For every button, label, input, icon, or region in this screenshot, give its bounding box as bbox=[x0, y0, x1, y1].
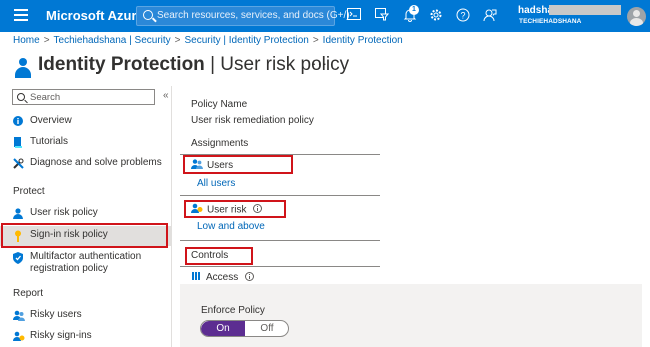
user-icon bbox=[13, 208, 23, 219]
highlight-controls bbox=[185, 247, 253, 265]
sidebar-item-label: Risky users bbox=[30, 309, 82, 320]
page-title-service: Identity Protection bbox=[38, 54, 205, 75]
breadcrumb: Home > Techiehadshana | Security > Security … bbox=[13, 35, 403, 46]
user-risk-value-link[interactable]: Low and above bbox=[197, 221, 265, 232]
brand-title[interactable]: Microsoft Azure bbox=[46, 8, 144, 23]
policy-name-value: User risk remediation policy bbox=[191, 115, 314, 126]
enforce-policy-label: Enforce Policy bbox=[201, 305, 265, 316]
sidebar-search-input[interactable]: Search bbox=[12, 89, 155, 105]
search-icon bbox=[143, 10, 153, 20]
users-icon bbox=[13, 310, 25, 321]
access-icon bbox=[191, 271, 201, 284]
shield-icon bbox=[13, 252, 23, 264]
sidebar-section-protect: Protect bbox=[13, 186, 45, 197]
sidebar-item-diagnose[interactable]: Diagnose and solve problems bbox=[0, 154, 171, 174]
menu-icon[interactable] bbox=[14, 9, 28, 21]
more-options-button[interactable]: ··· bbox=[312, 56, 328, 71]
signins-icon bbox=[13, 331, 25, 341]
breadcrumb-home[interactable]: Home bbox=[13, 35, 40, 46]
sidebar: Search « Overview Tutorials Diagnose and… bbox=[0, 86, 172, 347]
user-icon bbox=[14, 58, 32, 80]
breadcrumb-identity-protection[interactable]: Identity Protection bbox=[323, 35, 403, 46]
breadcrumb-separator: > bbox=[43, 35, 50, 46]
sidebar-item-user-risk-policy[interactable]: User risk policy bbox=[0, 204, 171, 224]
access-label: Access bbox=[206, 272, 239, 284]
divider bbox=[180, 195, 380, 196]
help-icon[interactable]: ? bbox=[455, 8, 471, 24]
sidebar-item-label: User risk policy bbox=[30, 207, 98, 218]
notification-count-badge: 1 bbox=[409, 5, 419, 15]
sidebar-item-label: Overview bbox=[30, 115, 72, 126]
top-bar: Microsoft Azure Search resources, servic… bbox=[0, 0, 650, 32]
sidebar-item-tutorials[interactable]: Tutorials bbox=[0, 133, 171, 153]
collapse-sidebar-button[interactable]: « bbox=[163, 90, 169, 101]
sidebar-item-label: Risky sign-ins bbox=[30, 330, 92, 341]
highlight-user-risk bbox=[184, 200, 286, 218]
sidebar-item-label: Diagnose and solve problems bbox=[30, 157, 162, 168]
assignments-heading: Assignments bbox=[191, 138, 249, 149]
global-search-input[interactable]: Search resources, services, and docs (G+… bbox=[136, 6, 350, 26]
directory-filter-icon[interactable] bbox=[374, 8, 390, 24]
breadcrumb-separator: > bbox=[174, 35, 181, 46]
sidebar-item-label: Tutorials bbox=[30, 136, 68, 147]
sidebar-item-risky-users[interactable]: Risky users bbox=[0, 306, 171, 326]
settings-icon[interactable] bbox=[428, 8, 444, 24]
divider bbox=[180, 240, 380, 241]
wrench-icon bbox=[13, 158, 24, 169]
sidebar-item-risky-sign-ins[interactable]: Risky sign-ins bbox=[0, 327, 171, 347]
sidebar-item-overview[interactable]: Overview bbox=[0, 112, 171, 132]
sidebar-item-label-line2: registration policy bbox=[30, 263, 108, 274]
sidebar-section-report: Report bbox=[13, 288, 44, 299]
info-icon bbox=[13, 116, 23, 126]
breadcrumb-security-tenant[interactable]: Techiehadshana | Security bbox=[54, 35, 171, 46]
sidebar-search-placeholder: Search bbox=[30, 92, 61, 103]
tenant-name: TECHIEHADSHANA bbox=[519, 18, 582, 25]
cloud-shell-icon[interactable] bbox=[346, 8, 362, 24]
policy-name-label: Policy Name bbox=[191, 99, 248, 110]
toggle-off-option[interactable]: Off bbox=[245, 321, 288, 336]
book-icon bbox=[13, 137, 23, 148]
account-name-redaction bbox=[549, 5, 621, 15]
global-search-placeholder: Search resources, services, and docs (G+… bbox=[157, 10, 350, 21]
access-control[interactable]: Access bbox=[191, 271, 255, 284]
avatar[interactable] bbox=[627, 7, 646, 26]
svg-text:?: ? bbox=[460, 11, 465, 21]
breadcrumb-security-identity-protection[interactable]: Security | Identity Protection bbox=[185, 35, 309, 46]
breadcrumb-separator: > bbox=[312, 35, 319, 46]
enforce-policy-toggle[interactable]: On Off bbox=[200, 320, 289, 337]
page-title: Identity Protection | User risk policy bbox=[38, 54, 349, 76]
highlight-sign-in-risk-policy bbox=[1, 223, 168, 248]
highlight-users bbox=[183, 155, 293, 174]
users-value-link[interactable]: All users bbox=[197, 178, 235, 189]
toggle-on-option[interactable]: On bbox=[201, 321, 245, 336]
feedback-icon[interactable] bbox=[482, 8, 498, 24]
info-icon[interactable] bbox=[245, 271, 255, 284]
divider bbox=[180, 266, 380, 267]
sidebar-item-label: Multifactor authentication bbox=[30, 251, 142, 262]
search-icon bbox=[17, 93, 25, 101]
sidebar-item-mfa-registration-policy[interactable]: Multifactor authentication registration … bbox=[0, 248, 171, 276]
